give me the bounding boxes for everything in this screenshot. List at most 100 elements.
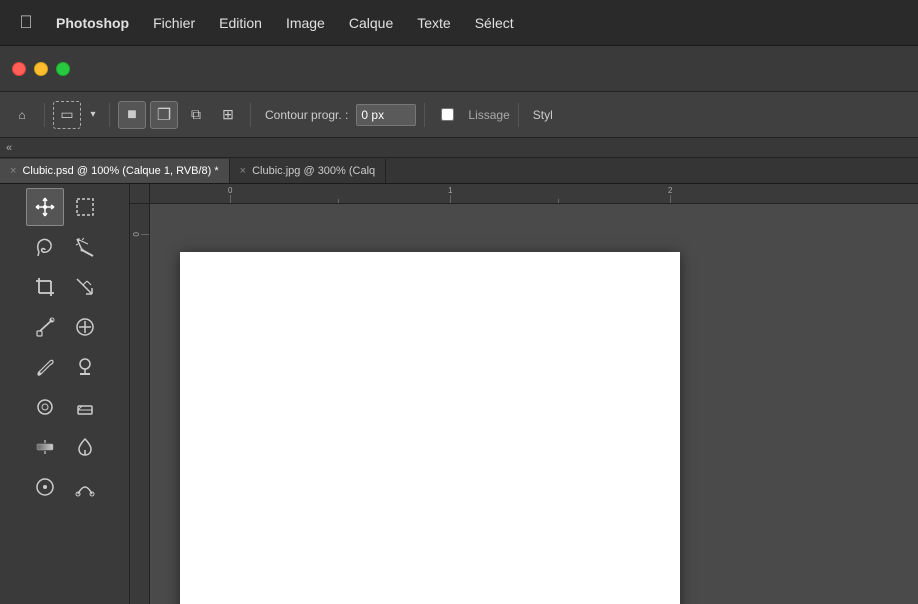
tools-row-7	[0, 428, 129, 466]
canvas-content[interactable]	[150, 204, 918, 604]
lasso-icon	[34, 236, 56, 258]
ruler-v-marks: 0	[130, 204, 149, 604]
divider-4	[424, 103, 425, 127]
crop-icon	[34, 276, 56, 298]
grid-button[interactable]: ⊞	[214, 101, 242, 129]
menu-fichier[interactable]: Fichier	[141, 0, 207, 46]
lissage-checkbox[interactable]	[441, 108, 454, 121]
divider-1	[44, 103, 45, 127]
ellipse-icon	[34, 476, 56, 498]
healing-tool[interactable]	[66, 308, 104, 346]
eraser-icon	[74, 396, 96, 418]
dropdown-button[interactable]: ▾	[85, 101, 101, 129]
menu-texte[interactable]: Texte	[405, 0, 462, 46]
eraser-tool[interactable]	[66, 388, 104, 426]
smudge-icon	[34, 396, 56, 418]
lasso-tool[interactable]	[26, 228, 64, 266]
magic-wand-tool[interactable]	[66, 228, 104, 266]
clipboard-button[interactable]: ⧉	[182, 101, 210, 129]
stamp-tool[interactable]	[66, 348, 104, 386]
menu-edition[interactable]: Edition	[207, 0, 274, 46]
ruler-mark-1: 1	[448, 187, 452, 203]
tab-close-psd[interactable]: ×	[10, 166, 16, 177]
eyedropper-icon	[34, 316, 56, 338]
ruler-mark-2-line	[670, 195, 671, 203]
contour-label: Contour progr. :	[265, 108, 348, 122]
main-area: 0 1 2	[0, 184, 918, 604]
title-bar	[0, 46, 918, 92]
healing-icon	[74, 316, 96, 338]
home-button[interactable]: ⌂	[8, 101, 36, 129]
divider-2	[109, 103, 110, 127]
ruler-corner	[130, 184, 150, 204]
menu-image[interactable]: Image	[274, 0, 337, 46]
ruler-mark-1-label: 1	[448, 187, 452, 195]
tools-row-6	[0, 388, 129, 426]
ruler-mark-0: 0	[228, 187, 232, 203]
pen-icon	[74, 436, 96, 458]
ruler-mark-0-label: 0	[228, 187, 232, 195]
tools-row-8	[0, 468, 129, 506]
tools-row-1	[0, 188, 129, 226]
square-tool-button[interactable]: ■	[118, 101, 146, 129]
collapse-icon[interactable]: «	[6, 142, 12, 154]
menu-calque[interactable]: Calque	[337, 0, 405, 46]
ruler-v-mark-0: 0	[133, 232, 149, 236]
document-canvas[interactable]	[180, 252, 680, 604]
ruler-mark-0-line	[230, 195, 231, 203]
brush-icon	[34, 356, 56, 378]
lissage-label: Lissage	[468, 108, 509, 122]
contour-input[interactable]	[356, 104, 416, 126]
ruler-minor-2	[558, 199, 559, 203]
ruler-minor-1-line	[338, 199, 339, 203]
ruler-minor-1	[338, 199, 339, 203]
menu-bar:  Photoshop Fichier Edition Image Calque…	[0, 0, 918, 46]
style-label: Styl	[533, 108, 553, 122]
gradient-icon	[34, 436, 56, 458]
menu-select[interactable]: Sélect	[463, 0, 526, 46]
selection-rect-button[interactable]: ▭	[53, 101, 81, 129]
marquee-rect-icon	[74, 196, 96, 218]
ruler-v-label-0: 0	[133, 232, 141, 236]
measure-tool[interactable]	[66, 268, 104, 306]
copy-button[interactable]: ❐	[150, 101, 178, 129]
tab-clubic-jpg[interactable]: × Clubic.jpg @ 300% (Calq	[230, 159, 387, 183]
crop-tool[interactable]	[26, 268, 64, 306]
path-tool[interactable]	[66, 468, 104, 506]
path-icon	[74, 476, 96, 498]
measure-icon	[74, 276, 96, 298]
tools-row-2	[0, 228, 129, 266]
ruler-horizontal: 0 1 2	[150, 184, 918, 204]
stamp-icon	[74, 356, 96, 378]
eyedropper-tool[interactable]	[26, 308, 64, 346]
menu-photoshop[interactable]: Photoshop	[44, 0, 141, 46]
tab-label-psd: Clubic.psd @ 100% (Calque 1, RVB/8) *	[22, 165, 218, 177]
tabs-bar: × Clubic.psd @ 100% (Calque 1, RVB/8) * …	[0, 158, 918, 184]
pen-tool[interactable]	[66, 428, 104, 466]
tab-clubic-psd[interactable]: × Clubic.psd @ 100% (Calque 1, RVB/8) *	[0, 159, 230, 183]
close-button[interactable]	[12, 62, 26, 76]
options-bar: ⌂ ▭ ▾ ■ ❐ ⧉ ⊞ Contour progr. : Lissage S…	[0, 92, 918, 138]
magic-wand-icon	[74, 236, 96, 258]
gradient-tool[interactable]	[26, 428, 64, 466]
tools-row-4	[0, 308, 129, 346]
ruler-mark-2: 2	[668, 187, 672, 203]
brush-tool[interactable]	[26, 348, 64, 386]
ellipse-tool[interactable]	[26, 468, 64, 506]
move-tool[interactable]	[26, 188, 64, 226]
tab-close-jpg[interactable]: ×	[240, 166, 246, 177]
ruler-minor-2-line	[558, 199, 559, 203]
divider-5	[518, 103, 519, 127]
smudge-tool[interactable]	[26, 388, 64, 426]
move-icon	[34, 196, 56, 218]
ruler-v-line-0	[141, 234, 149, 235]
tools-row-5	[0, 348, 129, 386]
ruler-h-marks: 0 1 2	[150, 184, 918, 203]
collapse-bar: «	[0, 138, 918, 158]
marquee-rect-tool[interactable]	[66, 188, 104, 226]
tab-label-jpg: Clubic.jpg @ 300% (Calq	[252, 165, 375, 177]
canvas-area[interactable]: 0 1 2	[130, 184, 918, 604]
maximize-button[interactable]	[56, 62, 70, 76]
minimize-button[interactable]	[34, 62, 48, 76]
apple-logo[interactable]: 	[8, 12, 44, 33]
